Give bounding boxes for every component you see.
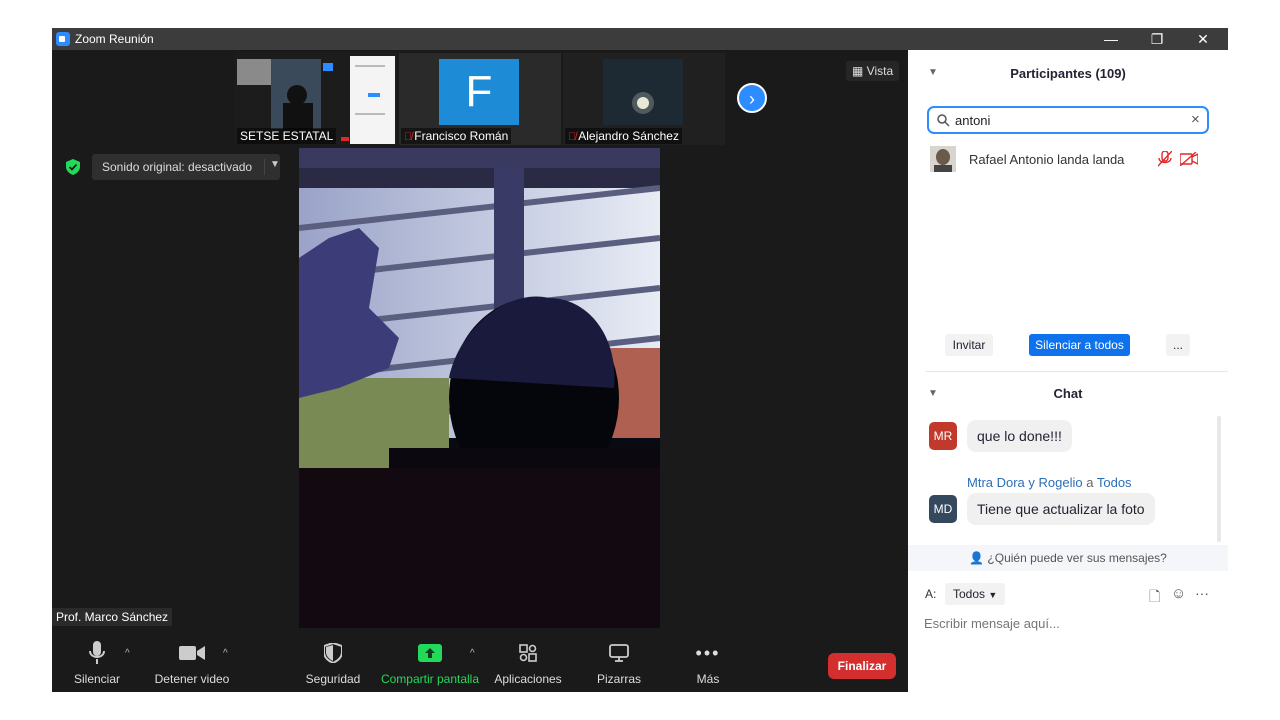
active-speaker-video [299, 148, 660, 628]
divider [926, 371, 1228, 372]
shield-check-icon [66, 159, 80, 175]
whiteboards-button[interactable]: Pizarras [590, 638, 648, 686]
chat-recipient[interactable]: Todos [1097, 475, 1132, 490]
whiteboard-icon [590, 638, 648, 668]
avatar [930, 146, 956, 172]
chat-sender[interactable]: Mtra Dora y Rogelio [967, 475, 1083, 490]
video-thumbnail[interactable]: SETSE ESTATAL [235, 53, 397, 145]
chevron-down-icon: ▼ [988, 590, 998, 600]
more-button[interactable]: ••• Más [682, 638, 734, 687]
thumbnail-name: SETSE ESTATAL [237, 128, 337, 144]
active-speaker-name: Prof. Marco Sánchez [52, 608, 173, 626]
apps-label: Aplicaciones [494, 672, 562, 686]
speaker-video-frame [299, 148, 660, 628]
zoom-logo-icon [56, 32, 70, 46]
whiteboards-label: Pizarras [596, 672, 641, 686]
minimize-button[interactable]: — [1088, 29, 1134, 49]
view-button[interactable]: ▦ Vista [846, 61, 900, 81]
more-dots-icon: ••• [695, 642, 721, 663]
share-screen-icon [380, 638, 480, 668]
avatar-initial: F [439, 59, 519, 125]
file-icon[interactable]: 🗋 [1149, 586, 1160, 610]
video-off-icon[interactable] [1180, 152, 1198, 166]
thumbnail-name: Francisco Román [414, 129, 509, 143]
participant-search-input[interactable]: antoni × [927, 106, 1209, 134]
share-screen-button[interactable]: Compartir pantalla [380, 638, 480, 686]
thumbnail-label: 🎙̸ Alejandro Sánchez [565, 128, 682, 144]
close-window-button[interactable]: ✕ [1180, 29, 1226, 49]
chat-message: que lo done!!! [967, 420, 1072, 452]
muted-mic-icon: 🎙̸ [568, 131, 577, 143]
view-label: Vista [866, 64, 894, 78]
meeting-area: SETSE ESTATAL F 🎙̸ Francisco Román 🎙̸ Alej… [52, 50, 908, 692]
chat-more-icon[interactable]: ··· [1195, 585, 1209, 601]
chat-recipient-dropdown[interactable]: Todos ▼ [945, 583, 1006, 605]
microphone-icon [68, 638, 126, 668]
participant-row[interactable]: Rafael Antonio landa landa [930, 146, 1206, 172]
avatar: MD [929, 495, 957, 523]
participant-name: Rafael Antonio landa landa [969, 152, 1125, 167]
avatar: MR [929, 422, 957, 450]
original-sound-label: Sonido original: desactivado [102, 160, 253, 174]
thumbnail-label: 🎙̸ Francisco Román [401, 128, 512, 144]
apps-icon [492, 638, 564, 668]
mute-all-button[interactable]: Silenciar a todos [1029, 334, 1130, 356]
emoji-icon[interactable]: ☺ [1171, 585, 1186, 602]
chat-title: Chat [1053, 386, 1083, 401]
title-bar: Zoom Reunión — ❐ ✕ [52, 28, 1228, 50]
maximize-button[interactable]: ❐ [1134, 29, 1180, 49]
audio-options-caret-icon[interactable]: ^ [125, 648, 130, 659]
share-screen-label: Compartir pantalla [380, 672, 480, 686]
visibility-note: ¿Quién puede ver sus mensajes? [987, 551, 1167, 565]
chat-message: Tiene que actualizar la foto [967, 493, 1155, 525]
mute-label: Silenciar [73, 672, 121, 686]
stop-video-button[interactable]: Detener video [148, 638, 236, 686]
chat-to-label: A: [925, 587, 937, 601]
clear-search-icon[interactable]: × [1191, 111, 1200, 128]
security-label: Seguridad [305, 672, 361, 686]
visibility-note-bar[interactable]: 👤 ¿Quién puede ver sus mensajes? [908, 545, 1228, 571]
window-title: Zoom Reunión [75, 32, 154, 46]
stop-video-label: Detener video [154, 672, 230, 686]
muted-mic-icon[interactable] [1158, 151, 1172, 167]
chat-scrollbar[interactable] [1217, 416, 1221, 542]
participants-more-button[interactable]: ... [1166, 334, 1190, 356]
side-panel: ▼ Participantes (109) antoni × Rafael An… [908, 50, 1228, 692]
meeting-toolbar: Silenciar ^ Detener video ^ Seguridad Co… [52, 628, 908, 692]
end-meeting-button[interactable]: Finalizar [828, 653, 896, 679]
video-options-caret-icon[interactable]: ^ [223, 648, 228, 659]
security-button[interactable]: Seguridad [302, 638, 364, 686]
share-options-caret-icon[interactable]: ^ [470, 648, 475, 659]
search-icon [937, 114, 950, 127]
shield-icon [302, 638, 364, 668]
thumbnail-strip: SETSE ESTATAL F 🎙̸ Francisco Román 🎙̸ Alej… [235, 53, 725, 145]
video-thumbnail[interactable]: 🎙̸ Alejandro Sánchez [563, 53, 725, 145]
participant-search-value: antoni [955, 113, 991, 128]
apps-button[interactable]: Aplicaciones [492, 638, 564, 686]
mute-button[interactable]: Silenciar [68, 638, 126, 686]
invite-button[interactable]: Invitar [945, 334, 993, 356]
video-thumbnail[interactable]: F 🎙̸ Francisco Román [399, 53, 561, 145]
chat-message-input[interactable] [924, 612, 1210, 634]
muted-mic-icon: 🎙̸ [404, 131, 413, 143]
chevron-down-icon[interactable]: ▼ [264, 159, 280, 175]
user-visibility-icon: 👤 [969, 551, 985, 565]
chat-to-word: a [1086, 475, 1094, 490]
original-sound-dropdown[interactable]: Sonido original: desactivado ▼ [92, 154, 280, 180]
more-label: Más [696, 672, 720, 686]
chat-sender-line: Mtra Dora y Rogelio a Todos [967, 475, 1132, 490]
participants-title: Participantes (109) [1010, 66, 1126, 81]
chat-recipient-value: Todos [953, 587, 986, 601]
next-page-arrow-icon[interactable]: › [737, 83, 767, 113]
thumbnail-name: Alejandro Sánchez [578, 129, 679, 143]
